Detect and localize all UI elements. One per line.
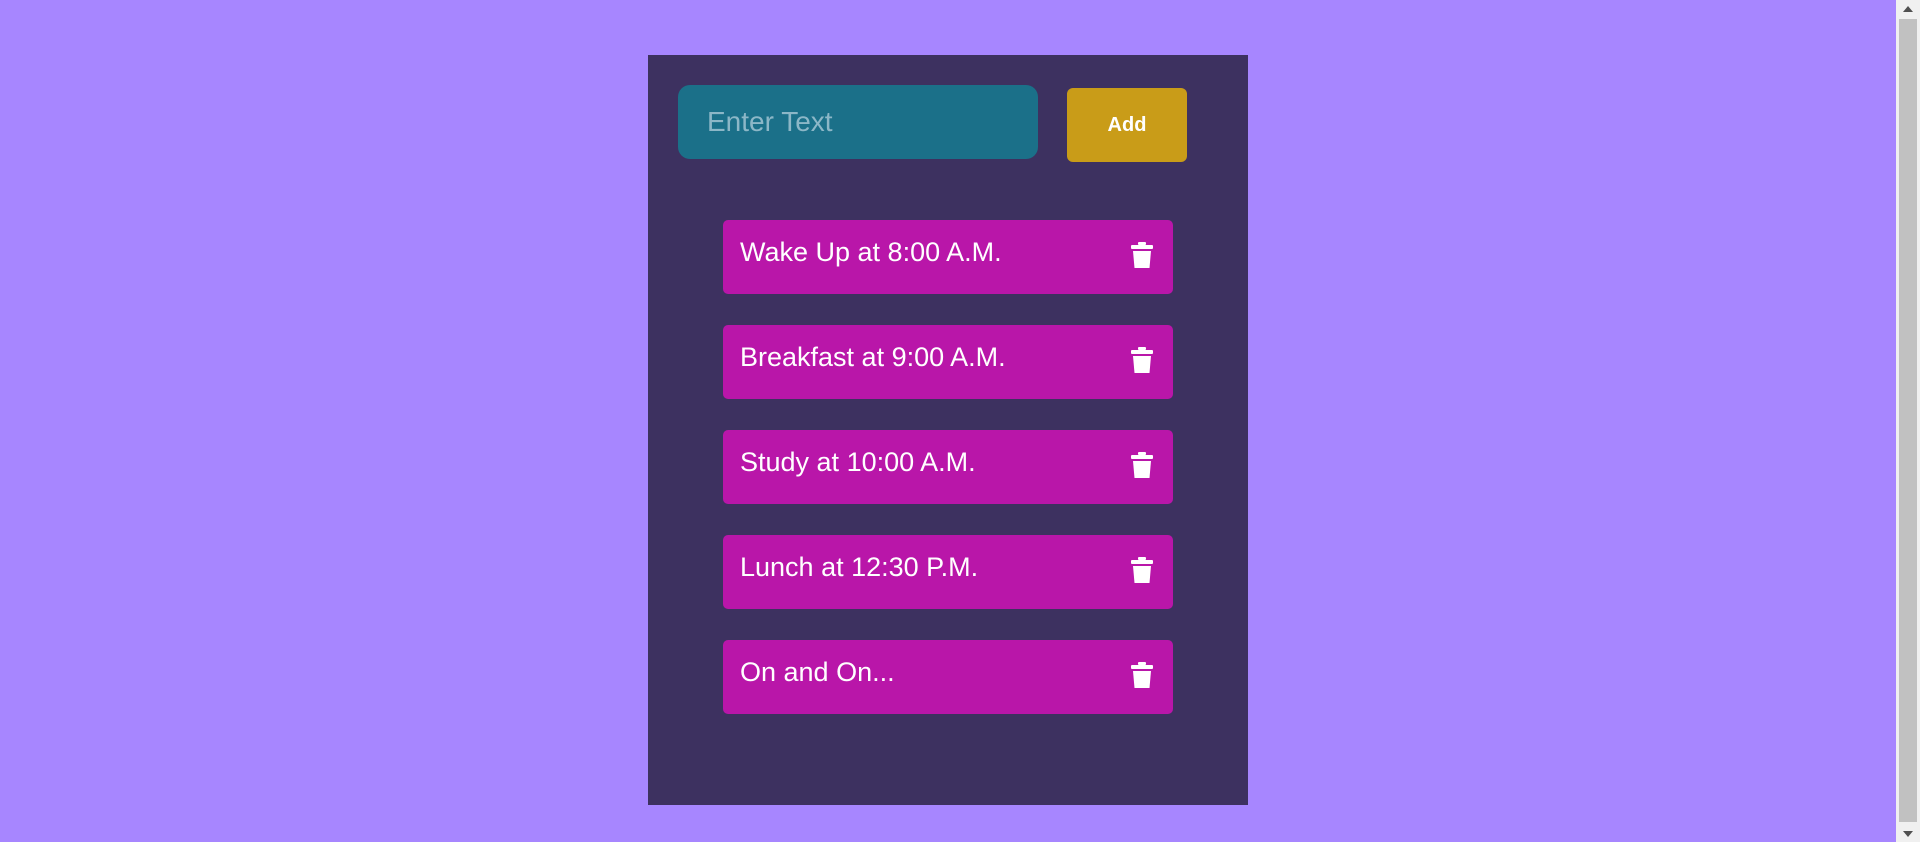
task-item: Breakfast at 9:00 A.M. — [723, 325, 1173, 399]
vertical-scrollbar[interactable] — [1896, 0, 1920, 842]
task-item: On and On... — [723, 640, 1173, 714]
delete-task-button[interactable] — [1127, 449, 1157, 481]
todo-app-panel: Add Wake Up at 8:00 A.M. Breakfast at 9:… — [648, 55, 1248, 805]
task-text-input[interactable] — [678, 85, 1038, 159]
task-item: Study at 10:00 A.M. — [723, 430, 1173, 504]
scroll-up-arrow-icon[interactable] — [1896, 0, 1920, 17]
task-list: Wake Up at 8:00 A.M. Breakfast at 9:00 A… — [723, 220, 1173, 745]
trash-icon — [1131, 242, 1153, 268]
delete-task-button[interactable] — [1127, 239, 1157, 271]
task-item: Lunch at 12:30 P.M. — [723, 535, 1173, 609]
task-text: On and On... — [740, 657, 895, 687]
task-text: Breakfast at 9:00 A.M. — [740, 342, 1006, 372]
scrollbar-thumb[interactable] — [1899, 19, 1917, 822]
trash-icon — [1131, 557, 1153, 583]
trash-icon — [1131, 452, 1153, 478]
task-text: Study at 10:00 A.M. — [740, 447, 976, 477]
task-text: Wake Up at 8:00 A.M. — [740, 237, 1002, 267]
delete-task-button[interactable] — [1127, 554, 1157, 586]
task-text: Lunch at 12:30 P.M. — [740, 552, 979, 582]
scroll-down-arrow-icon[interactable] — [1896, 825, 1920, 842]
trash-icon — [1131, 662, 1153, 688]
add-task-button[interactable]: Add — [1067, 88, 1187, 162]
delete-task-button[interactable] — [1127, 659, 1157, 691]
trash-icon — [1131, 347, 1153, 373]
delete-task-button[interactable] — [1127, 344, 1157, 376]
task-item: Wake Up at 8:00 A.M. — [723, 220, 1173, 294]
